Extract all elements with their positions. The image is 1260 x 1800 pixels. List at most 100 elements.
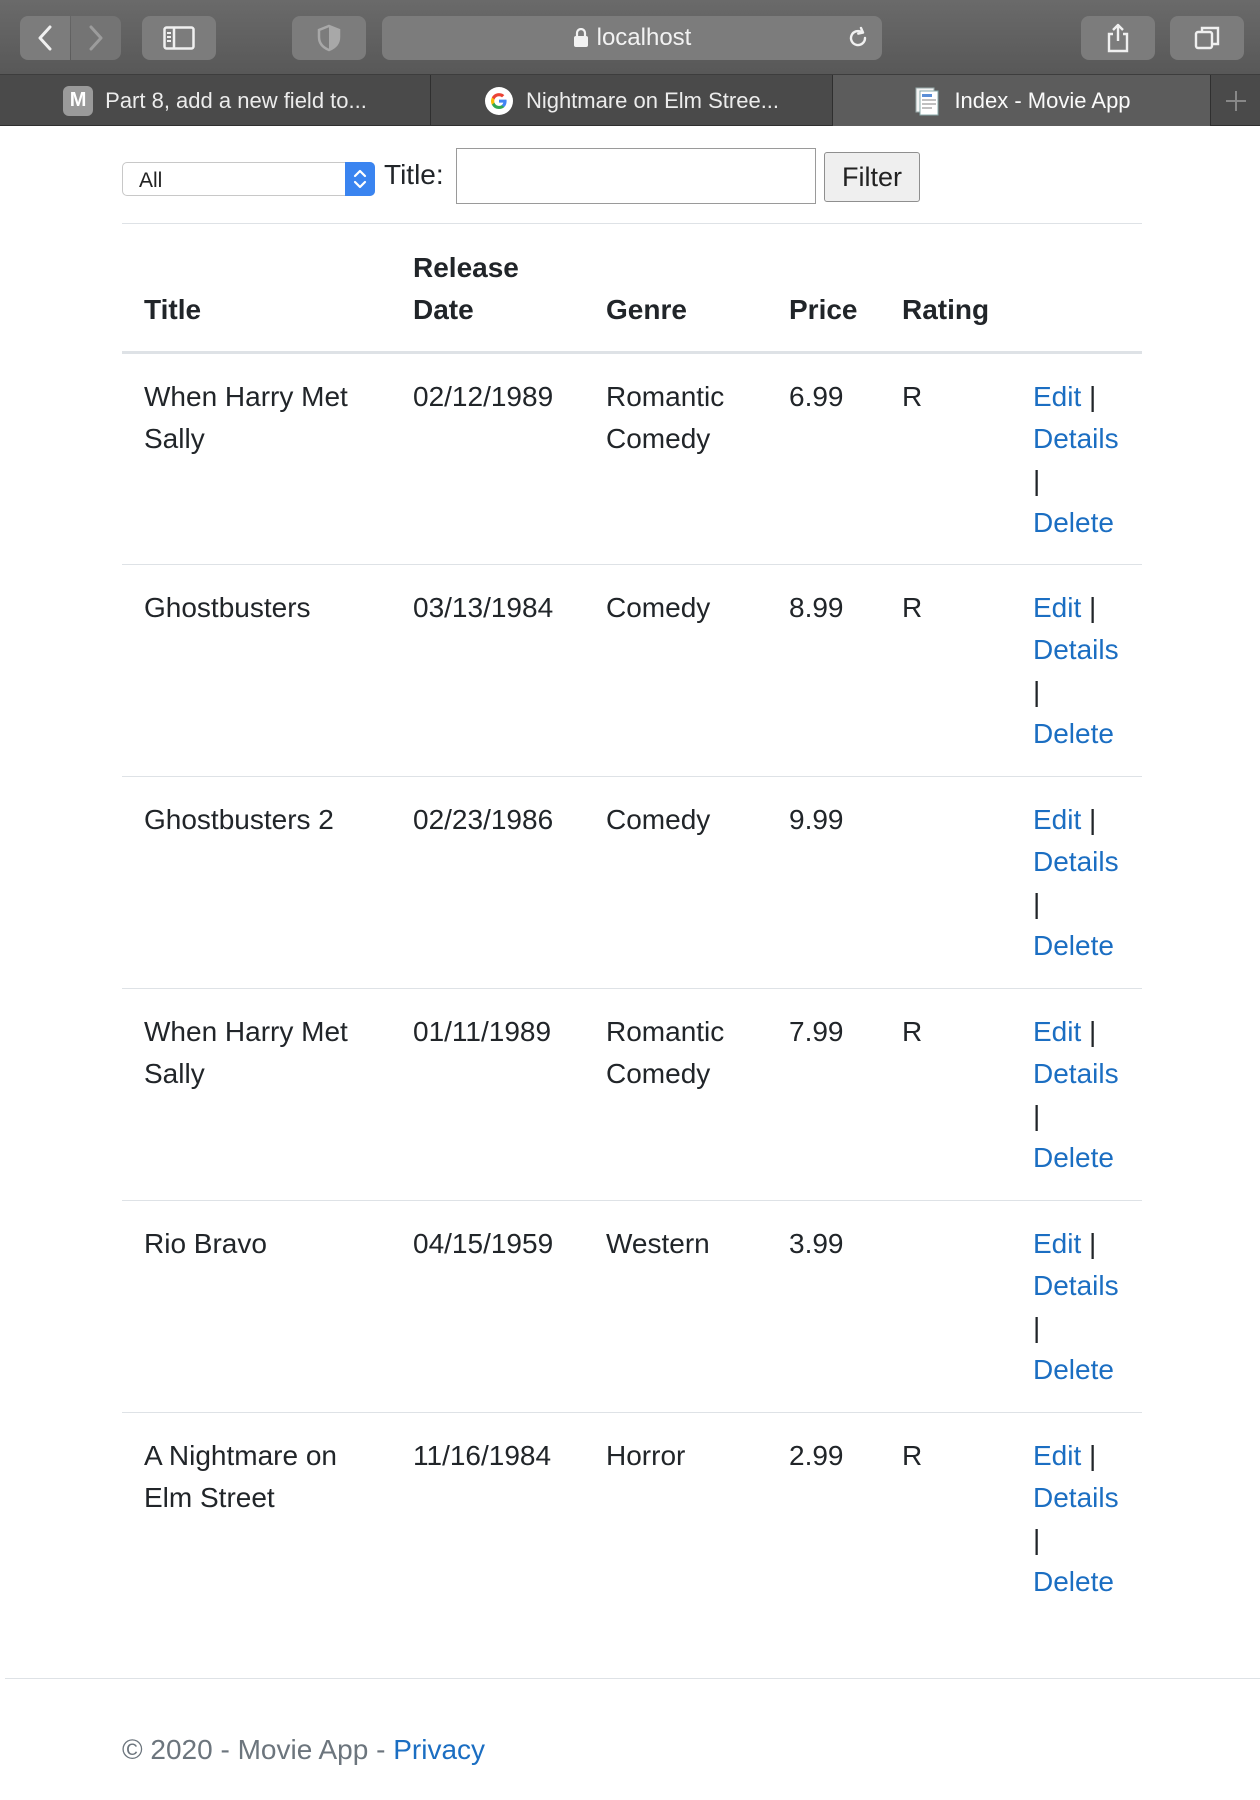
address-url: localhost	[382, 16, 882, 60]
cell-release-date: 03/13/1984	[391, 564, 584, 777]
action-separator: |	[1089, 381, 1097, 412]
header-release-date[interactable]: Release Date	[391, 223, 584, 354]
shield-icon	[317, 24, 341, 52]
cell-release-date: 11/16/1984	[391, 1412, 584, 1627]
cell-genre: Comedy	[584, 776, 767, 989]
edit-link[interactable]: Edit	[1033, 1440, 1081, 1471]
header-rating[interactable]: Rating	[880, 223, 1011, 354]
privacy-link[interactable]: Privacy	[393, 1734, 485, 1765]
delete-link[interactable]: Delete	[1033, 930, 1114, 961]
edit-link[interactable]: Edit	[1033, 804, 1081, 835]
sidebar-toggle-button[interactable]	[142, 16, 216, 60]
delete-link[interactable]: Delete	[1033, 507, 1114, 538]
table-row: When Harry Met Sally 01/11/1989 Romantic C…	[122, 988, 1142, 1201]
tab-bar: M Part 8, add a new field to... Nightmar…	[0, 75, 1260, 126]
movie-table: Title Release Date Genre Price Rating Whe…	[122, 223, 1142, 1627]
cell-price: 3.99	[767, 1200, 880, 1413]
cell-title: When Harry Met Sally	[122, 988, 391, 1201]
cell-price: 6.99	[789, 381, 844, 412]
back-button[interactable]	[20, 16, 70, 60]
title-search-input[interactable]	[456, 148, 816, 204]
action-separator: |	[1089, 804, 1097, 835]
header-genre[interactable]: Genre	[584, 223, 767, 354]
cell-genre: Western	[584, 1200, 767, 1413]
cell-title: When Harry Met Sally	[144, 381, 348, 454]
reload-icon[interactable]	[846, 26, 870, 50]
header-release-date-line1: Release	[413, 252, 519, 283]
action-separator: |	[1033, 1312, 1041, 1343]
footer-divider	[5, 1678, 1260, 1679]
cell-rating: R	[880, 564, 1011, 777]
cell-price: 8.99	[767, 564, 880, 777]
tab-part8[interactable]: M Part 8, add a new field to...	[0, 75, 431, 126]
edit-link[interactable]: Edit	[1033, 381, 1081, 412]
table-row: Rio Bravo 04/15/1959 Western 3.99 Edit | Det…	[122, 1200, 1142, 1413]
cell-title: A Nightmare on Elm Street	[122, 1412, 391, 1627]
title-filter-label: Title:	[384, 159, 444, 190]
details-link[interactable]: Details	[1033, 423, 1119, 454]
forward-button[interactable]	[71, 16, 121, 60]
header-release-date-line2: Date	[413, 294, 474, 325]
genre-selected-value: All	[139, 169, 163, 192]
tab-overview-button[interactable]	[1170, 16, 1244, 60]
browser-toolbar: localhost	[0, 0, 1260, 75]
details-link[interactable]: Details	[1033, 846, 1119, 877]
table-header-row: Title Release Date Genre Price Rating	[122, 223, 1142, 354]
details-link[interactable]: Details	[1033, 1270, 1119, 1301]
details-link[interactable]: Details	[1033, 634, 1119, 665]
tab-label: Nightmare on Elm Stree...	[525, 87, 780, 113]
cell-genre: Horror	[584, 1412, 767, 1627]
details-link[interactable]: Details	[1033, 1482, 1119, 1513]
new-tab-button[interactable]	[1211, 75, 1260, 126]
cell-rating	[880, 776, 1011, 989]
cell-rating: R	[880, 988, 1011, 1201]
tab-nightmare-search[interactable]: Nightmare on Elm Stree...	[431, 75, 833, 126]
delete-link[interactable]: Delete	[1033, 718, 1114, 749]
header-price[interactable]: Price	[767, 223, 880, 354]
cell-rating: R	[880, 1412, 1011, 1627]
cell-genre: Romantic Comedy	[584, 988, 767, 1201]
tabs-overview-icon	[1194, 26, 1220, 50]
tab-label: Part 8, add a new field to...	[105, 87, 367, 113]
action-separator: |	[1033, 888, 1041, 919]
edit-link[interactable]: Edit	[1033, 1228, 1081, 1259]
header-actions	[1011, 223, 1142, 354]
delete-link[interactable]: Delete	[1033, 1142, 1114, 1173]
document-icon	[915, 87, 939, 115]
cell-price: 7.99	[767, 988, 880, 1201]
edit-link[interactable]: Edit	[1033, 592, 1081, 623]
address-bar[interactable]: localhost	[382, 16, 882, 60]
details-link[interactable]: Details	[1033, 1058, 1119, 1089]
cell-price: 2.99	[767, 1412, 880, 1627]
delete-link[interactable]: Delete	[1033, 1566, 1114, 1597]
cell-actions: Edit | Details | Delete	[1011, 564, 1142, 777]
google-g-icon	[484, 86, 513, 115]
cell-release-date: 01/11/1989	[391, 988, 584, 1201]
edit-link[interactable]: Edit	[1033, 1016, 1081, 1047]
plus-icon	[1225, 90, 1246, 111]
action-separator: |	[1089, 592, 1097, 623]
cell-genre: Comedy	[584, 564, 767, 777]
cell-rating: R	[902, 381, 923, 412]
genre-select[interactable]: All	[122, 162, 375, 196]
privacy-report-button[interactable]	[292, 16, 366, 60]
sidebar-icon	[163, 26, 195, 50]
select-stepper-icon	[345, 162, 375, 196]
cell-actions: Edit | Details | Delete	[1011, 353, 1142, 565]
cell-title: Rio Bravo	[122, 1200, 391, 1413]
filter-button[interactable]: Filter	[824, 152, 920, 202]
header-title[interactable]: Title	[122, 223, 391, 354]
share-button[interactable]	[1081, 16, 1155, 60]
url-text: localhost	[596, 24, 692, 51]
cell-price: 9.99	[767, 776, 880, 989]
delete-link[interactable]: Delete	[1033, 1354, 1114, 1385]
movie-table-body: When Harry Met Sally 02/12/1989 Romantic C…	[122, 353, 1142, 1627]
cell-genre: Romantic Comedy	[606, 381, 725, 454]
action-separator: |	[1033, 676, 1041, 707]
table-row: Ghostbusters 03/13/1984 Comedy 8.99 R Edit | …	[122, 564, 1142, 777]
lock-icon	[573, 28, 588, 47]
tab-index-movie-app[interactable]: Index - Movie App	[833, 75, 1211, 126]
action-separator: |	[1089, 1228, 1097, 1259]
cell-release-date: 02/23/1986	[391, 776, 584, 989]
action-separator: |	[1033, 465, 1041, 496]
